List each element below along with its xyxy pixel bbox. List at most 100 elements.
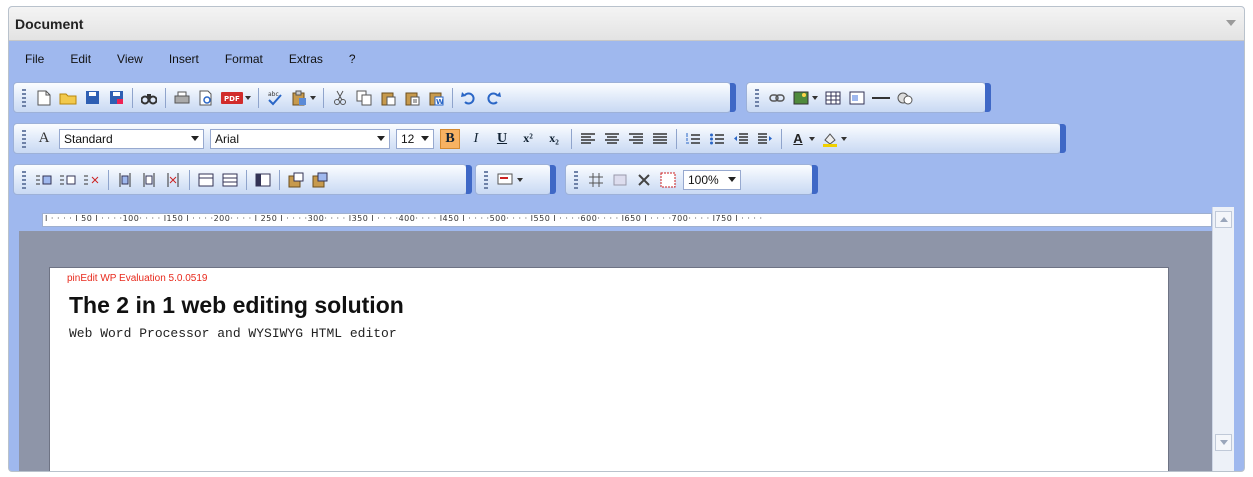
bullet-list-icon[interactable] — [708, 130, 726, 148]
chevron-down-icon[interactable] — [245, 95, 251, 100]
align-justify-icon[interactable] — [651, 130, 669, 148]
paste-text-icon[interactable] — [403, 89, 421, 107]
toolbar-grip[interactable] — [484, 170, 488, 189]
superscript-button[interactable]: x² — [518, 129, 538, 149]
insert-column-left-icon[interactable] — [116, 171, 134, 189]
menu-insert[interactable]: Insert — [169, 52, 199, 66]
ruler-scale: I · · · · I 50 I · · · ·100· · · · I150 … — [45, 214, 763, 223]
collapse-icon[interactable] — [1226, 20, 1236, 26]
layer-position-icon[interactable] — [587, 171, 605, 189]
menu-file[interactable]: File — [25, 52, 44, 66]
editor-work-area: pinEdit WP Evaluation 5.0.0519 The 2 in … — [19, 231, 1212, 471]
align-left-icon[interactable] — [579, 130, 597, 148]
menu-edit[interactable]: Edit — [70, 52, 91, 66]
insert-row-above-icon[interactable] — [35, 171, 53, 189]
delete-row-icon[interactable] — [83, 171, 101, 189]
print-icon[interactable] — [173, 89, 191, 107]
cell-properties-icon[interactable] — [287, 171, 305, 189]
toolbar-end-cap — [812, 165, 818, 194]
numbered-list-icon[interactable] — [684, 130, 702, 148]
scroll-down-button[interactable] — [1215, 434, 1232, 451]
toolbar-grip[interactable] — [22, 129, 26, 148]
toolbar-grip[interactable] — [755, 88, 759, 107]
table-properties-icon[interactable] — [254, 171, 272, 189]
subscript-button[interactable]: x₂ — [544, 129, 564, 149]
scroll-up-button[interactable] — [1215, 211, 1232, 228]
paste-word-icon[interactable]: W — [427, 89, 445, 107]
cut-icon[interactable] — [331, 89, 349, 107]
document-heading[interactable]: The 2 in 1 web editing solution — [69, 292, 404, 319]
chevron-down-icon[interactable] — [417, 130, 433, 148]
zoom-select[interactable]: 100% — [683, 169, 741, 190]
ruler[interactable]: I · · · · I 50 I · · · ·100· · · · I150 … — [42, 213, 1212, 227]
panel-header: Document — [9, 7, 1244, 41]
chevron-down-icon[interactable] — [812, 95, 818, 100]
delete-column-icon[interactable] — [164, 171, 182, 189]
find-icon[interactable] — [140, 89, 158, 107]
toolbar-grip[interactable] — [574, 170, 578, 189]
merge-cells-icon[interactable] — [197, 171, 215, 189]
horizontal-rule-icon[interactable] — [872, 89, 890, 107]
toolbar-end-cap — [1060, 124, 1066, 153]
svg-text:PDF: PDF — [224, 95, 240, 103]
menu-extras[interactable]: Extras — [289, 52, 323, 66]
size-select[interactable]: 12 — [396, 128, 434, 149]
copy-icon[interactable] — [355, 89, 373, 107]
chevron-down-icon[interactable] — [187, 130, 203, 148]
align-right-icon[interactable] — [627, 130, 645, 148]
highlight-color-icon[interactable] — [821, 130, 839, 148]
bold-button[interactable]: B — [440, 128, 460, 149]
toolbar-grip[interactable] — [22, 88, 26, 107]
pdf-export-icon[interactable]: PDF — [221, 89, 243, 107]
insert-row-below-icon[interactable] — [59, 171, 77, 189]
document-page[interactable]: pinEdit WP Evaluation 5.0.0519 The 2 in … — [49, 267, 1169, 471]
undo-icon[interactable] — [460, 89, 478, 107]
toolbar-insert — [746, 82, 991, 113]
chevron-down-icon[interactable] — [809, 136, 815, 141]
print-preview-icon[interactable] — [197, 89, 215, 107]
font-select[interactable]: Arial — [210, 128, 390, 149]
clipboard-tool-icon[interactable] — [290, 89, 308, 107]
menu-format[interactable]: Format — [225, 52, 263, 66]
link-icon[interactable] — [768, 89, 786, 107]
menu-view[interactable]: View — [117, 52, 143, 66]
chevron-down-icon[interactable] — [724, 171, 740, 189]
size-select-value: 12 — [401, 131, 415, 146]
open-folder-icon[interactable] — [59, 89, 77, 107]
show-borders-icon[interactable] — [659, 171, 677, 189]
new-document-icon[interactable] — [35, 89, 53, 107]
redo-icon[interactable] — [484, 89, 502, 107]
insert-table-icon[interactable] — [824, 89, 842, 107]
toolbar-grip[interactable] — [22, 170, 26, 189]
paste-icon[interactable] — [379, 89, 397, 107]
toolbar-format: A Standard Arial 12 B I U x² x₂ A — [13, 123, 1066, 154]
style-select[interactable]: Standard — [59, 128, 204, 149]
save-icon[interactable] — [83, 89, 101, 107]
layer-icon[interactable] — [611, 171, 629, 189]
save-as-icon[interactable] — [107, 89, 125, 107]
row-properties-icon[interactable] — [311, 171, 329, 189]
special-char-icon[interactable] — [896, 89, 914, 107]
outdent-icon[interactable] — [732, 130, 750, 148]
align-center-icon[interactable] — [603, 130, 621, 148]
form-field-icon[interactable] — [497, 171, 515, 189]
insert-form-icon[interactable] — [848, 89, 866, 107]
chevron-down-icon[interactable] — [373, 130, 389, 148]
document-subline[interactable]: Web Word Processor and WYSIWYG HTML edit… — [69, 326, 397, 341]
font-color-icon[interactable]: A — [789, 130, 807, 148]
menu-help[interactable]: ? — [349, 52, 356, 66]
vertical-scrollbar[interactable] — [1212, 207, 1234, 471]
insert-column-right-icon[interactable] — [140, 171, 158, 189]
underline-button[interactable]: U — [492, 129, 512, 149]
indent-icon[interactable] — [756, 130, 774, 148]
split-cells-icon[interactable] — [221, 171, 239, 189]
chevron-down-icon[interactable] — [310, 95, 316, 100]
insert-image-icon[interactable] — [792, 89, 810, 107]
zoom-select-value: 100% — [688, 172, 719, 187]
chevron-down-icon[interactable] — [841, 136, 847, 141]
close-icon[interactable] — [635, 171, 653, 189]
spellcheck-icon[interactable]: abc — [266, 89, 284, 107]
italic-button[interactable]: I — [466, 129, 486, 149]
chevron-down-icon[interactable] — [517, 177, 523, 182]
style-icon[interactable]: A — [35, 130, 53, 148]
